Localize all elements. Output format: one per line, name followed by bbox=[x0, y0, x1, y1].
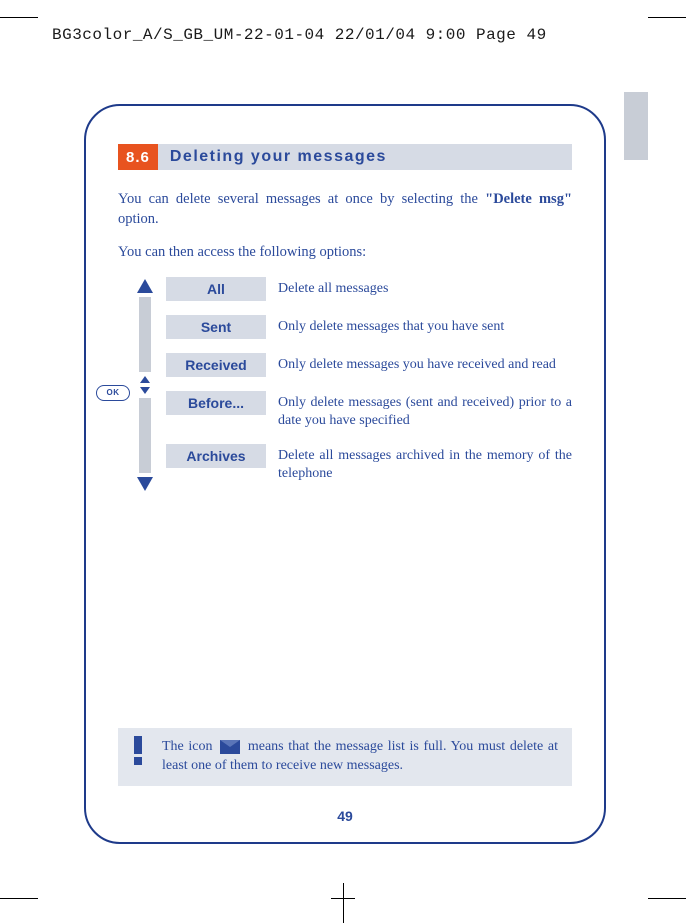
print-page: Page 49 bbox=[476, 26, 547, 44]
section-title-bar: Deleting your messages bbox=[158, 144, 572, 170]
option-label: Before... bbox=[166, 391, 266, 415]
print-time: 9:00 bbox=[426, 26, 466, 44]
option-desc: Delete all messages archived in the memo… bbox=[278, 444, 572, 483]
option-desc: Delete all messages bbox=[278, 277, 388, 298]
note-text-a: The icon bbox=[162, 739, 217, 754]
edge-tab bbox=[624, 92, 648, 160]
arrow-down-icon bbox=[137, 477, 153, 491]
option-label: All bbox=[166, 277, 266, 301]
note-text: The icon means that the message list is … bbox=[162, 738, 558, 776]
page-number: 49 bbox=[86, 808, 604, 824]
print-header: BG3color_A/S_GB_UM-22-01-04 22/01/04 9:0… bbox=[52, 26, 634, 44]
section-title: Deleting your messages bbox=[170, 148, 387, 166]
option-desc: Only delete messages (sent and received)… bbox=[278, 391, 572, 430]
intro-paragraph-2: You can then access the following option… bbox=[118, 243, 572, 263]
option-desc: Only delete messages that you have sent bbox=[278, 315, 504, 336]
intro-bold: "Delete msg" bbox=[485, 191, 572, 207]
scroll-bar-segment bbox=[139, 297, 151, 372]
option-desc: Only delete messages you have received a… bbox=[278, 353, 556, 374]
exclamation-icon bbox=[132, 736, 144, 765]
arrow-up-icon bbox=[137, 279, 153, 293]
option-row: Sent Only delete messages that you have … bbox=[166, 315, 572, 339]
scroll-bar-segment bbox=[139, 398, 151, 473]
ok-button-icon: OK bbox=[96, 385, 130, 401]
option-label: Sent bbox=[166, 315, 266, 339]
intro-paragraph-1: You can delete several messages at once … bbox=[118, 190, 572, 229]
ok-label: OK bbox=[107, 388, 120, 397]
section-header: 8.6 Deleting your messages bbox=[118, 144, 572, 170]
option-label: Archives bbox=[166, 444, 266, 468]
option-row: Before... Only delete messages (sent and… bbox=[166, 391, 572, 430]
page-frame: 8.6 Deleting your messages You can delet… bbox=[84, 104, 606, 844]
print-file: BG3color_A/S_GB_UM-22-01-04 bbox=[52, 26, 325, 44]
options-area: OK All Delete all messages Sent Only del… bbox=[118, 277, 572, 507]
intro-text: You can delete several messages at once … bbox=[118, 191, 485, 207]
mini-arrow-down-icon bbox=[140, 387, 150, 394]
section-number: 8.6 bbox=[118, 144, 158, 170]
scroll-indicator bbox=[136, 277, 154, 497]
intro-text-end: option. bbox=[118, 211, 159, 227]
option-row: Received Only delete messages you have r… bbox=[166, 353, 572, 377]
option-row: Archives Delete all messages archived in… bbox=[166, 444, 572, 483]
option-row: All Delete all messages bbox=[166, 277, 572, 301]
option-label: Received bbox=[166, 353, 266, 377]
note-box: The icon means that the message list is … bbox=[118, 728, 572, 786]
print-date: 22/01/04 bbox=[335, 26, 416, 44]
mini-arrow-up-icon bbox=[140, 376, 150, 383]
options-list: All Delete all messages Sent Only delete… bbox=[166, 277, 572, 484]
envelope-full-icon bbox=[220, 740, 240, 754]
